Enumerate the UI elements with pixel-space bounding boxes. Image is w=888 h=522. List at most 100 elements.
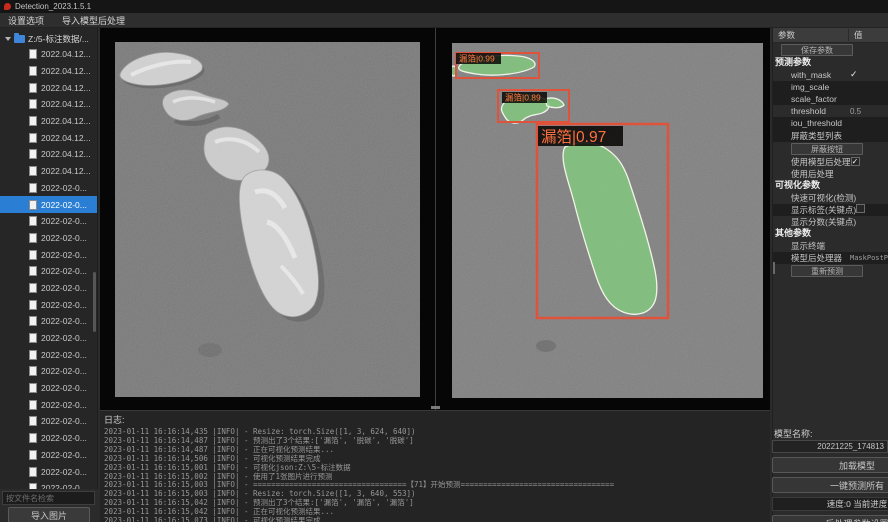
param-row[interactable]: 使用模型后处理✓ [773,156,888,168]
checkbox-empty[interactable] [856,204,865,213]
param-row[interactable]: 屏蔽类型列表 [773,129,888,141]
tree-item[interactable]: 2022-02-0... [0,447,97,464]
menu-bar: 设置选项 导入模型后处理 [0,13,888,28]
param-value: 0.5 [850,107,888,116]
tree-item[interactable]: 2022-02-0... [0,413,97,430]
param-row[interactable]: 模型后处理器 MaskPostPro [773,252,888,264]
import-images-button[interactable]: 导入图片 [8,507,90,522]
postprocess-settings-button[interactable]: 后处理参数设置 [772,515,888,522]
load-model-button[interactable]: 加载模型 [772,457,888,473]
splitter[interactable] [435,28,436,410]
param-row[interactable]: scale_factor [773,93,888,105]
param-section-label: 可视化参数 [773,180,888,192]
tree-item[interactable]: 2022.04.12... [0,63,97,80]
tree-item[interactable]: 2022.04.12... [0,129,97,146]
tree-item-label: 2022-02-0... [41,383,87,393]
tree-item-label: 2022-02-0... [41,300,87,310]
title-bar: Detection_2023.1.5.1 [0,0,888,13]
tree-item[interactable]: 2022.04.12... [0,146,97,163]
left-image[interactable] [115,42,420,397]
tree-item-label: 2022.04.12... [41,133,91,143]
tree-item[interactable]: 2022.04.12... [0,163,97,180]
tree-root-folder[interactable]: Z:/5-标注数据/... [0,31,97,46]
param-label: 显示分数(关键点) [773,216,856,228]
checkbox-checked[interactable]: ✓ [851,157,860,166]
param-label: 显示终端 [773,240,825,252]
param-row[interactable]: img_scale [773,81,888,93]
tree-item[interactable]: 2022-02-0... [0,213,97,230]
menu-settings[interactable]: 设置选项 [8,14,44,27]
tree-item[interactable]: 2022-02-0... [0,346,97,363]
tree-item[interactable]: 2022-02-0... [0,330,97,347]
file-icon [29,383,37,393]
param-section-label: 预测参数 [773,57,888,69]
tree-item[interactable]: 2022-02-0... [0,296,97,313]
param-row[interactable]: with_mask✓ [773,69,888,81]
file-icon [29,467,37,477]
file-icon [29,366,37,376]
tree-item[interactable]: 2022.04.12... [0,96,97,113]
param-label: 显示标签(关键点) [773,204,856,216]
tree-item-label: 2022-02-0... [41,433,87,443]
tree-item[interactable]: 2022-02-0... [0,196,97,213]
tree-item[interactable]: 2022-02-0... [0,230,97,247]
tree-item[interactable]: 2022-02-0... [0,280,97,297]
model-name-label: 模型名称: [774,427,813,440]
tree-item[interactable]: 2022-02-0... [0,463,97,480]
search-input[interactable] [2,491,95,505]
param-button[interactable]: 重新预测 [791,265,863,277]
file-icon [29,300,37,310]
tree-scrollbar[interactable] [93,272,96,332]
detection-label: 漏箔|0.97 [541,128,606,146]
param-value: MaskPostPro [850,254,888,262]
splitter-handle[interactable] [431,406,440,409]
predict-all-button[interactable]: 一键预测所有 [772,477,888,493]
tree-item-label: 2022-02-0... [41,450,87,460]
tree-item[interactable]: 2022.04.12... [0,79,97,96]
params-scrollbar[interactable] [773,262,775,274]
param-rows: 保存参数预测参数with_mask✓img_scalescale_factort… [773,43,888,278]
param-label: 使用模型后处理 [773,156,851,168]
log-lines: 2023-01-11 16:16:14,435 |INFO| - Resize:… [104,428,766,522]
param-row[interactable]: 使用后处理 [773,168,888,180]
file-icon [29,316,37,326]
file-icon [29,166,37,176]
log-title: 日志: [104,413,766,426]
tree-item-label: 2022-02-0... [41,467,87,477]
tree-item[interactable]: 2022.04.12... [0,113,97,130]
param-row[interactable]: 快速可视化(检测) [773,192,888,204]
tree-item[interactable]: 2022-02-0... [0,246,97,263]
tree-item[interactable]: 2022-02-0... [0,396,97,413]
tree-item-label: 2022-02-0... [41,183,87,193]
window-title: Detection_2023.1.5.1 [15,2,91,11]
param-button[interactable]: 保存参数 [781,44,853,56]
tree-item[interactable]: 2022-02-0... [0,363,97,380]
right-image[interactable]: 漏箔|0.99 漏箔|0.89 漏箔|0.97 [452,43,763,398]
menu-import-postprocess[interactable]: 导入模型后处理 [62,14,125,27]
param-row[interactable]: iou_threshold [773,117,888,129]
tree-item[interactable]: 2022-02-0... [0,480,97,489]
param-value: ✓ [851,157,888,166]
tree-item[interactable]: 2022-02-0... [0,380,97,397]
tree-item[interactable]: 2022-02-0... [0,263,97,280]
tree-item[interactable]: 2022-02-0... [0,313,97,330]
param-label: 模型后处理器 [773,252,842,264]
tree-item-label: 2022-02-0... [41,333,87,343]
detection-label: 漏箔|0.99 [459,54,495,64]
param-row[interactable]: 显示标签(关键点) [773,204,888,216]
param-row[interactable]: threshold0.5 [773,105,888,117]
tree-item[interactable]: 2022.04.12... [0,46,97,63]
tree-item-label: 2022-02-0... [41,400,87,410]
tree-item[interactable]: 2022-02-0... [0,430,97,447]
chevron-down-icon[interactable] [5,37,11,41]
file-icon [29,250,37,260]
param-row[interactable]: 显示分数(关键点) [773,216,888,228]
param-row[interactable]: 显示终端 [773,240,888,252]
file-icon [29,350,37,360]
model-name-field[interactable]: 20221225_174813 [772,440,888,453]
tree-item-label: 2022-02-0... [41,283,87,293]
file-tree-panel[interactable]: Z:/5-标注数据/... 2022.04.12...2022.04.12...… [0,28,98,489]
tree-item[interactable]: 2022-02-0... [0,180,97,197]
param-button[interactable]: 屏蔽按钮 [791,143,863,155]
log-panel[interactable]: 日志: 2023-01-11 16:16:14,435 |INFO| - Res… [100,410,770,522]
